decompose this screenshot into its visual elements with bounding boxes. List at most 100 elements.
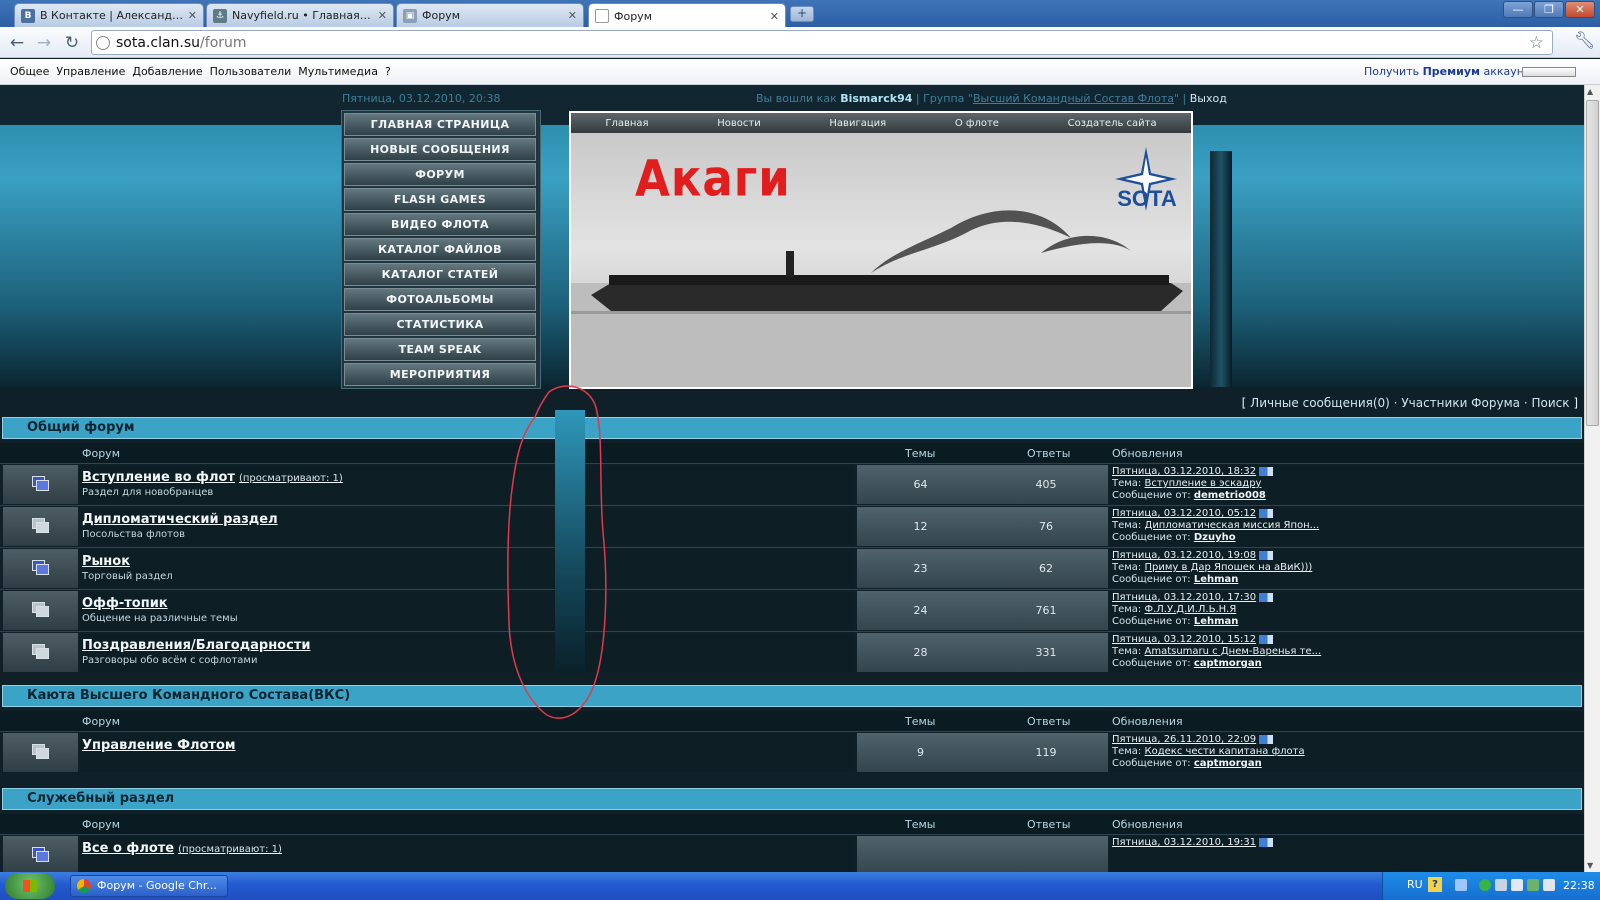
header-nav-home[interactable]: Главная: [605, 118, 648, 129]
last-post-date[interactable]: Пятница, 03.12.2010, 19:31: [1112, 837, 1256, 848]
page-scrollbar[interactable]: ▲ ▼: [1584, 85, 1600, 872]
tab-forum[interactable]: ▣ Форум ✕: [396, 3, 584, 27]
back-icon[interactable]: ←: [6, 32, 28, 54]
username-link[interactable]: Bismarck94: [840, 92, 912, 105]
window-close-button[interactable]: ✕: [1565, 1, 1595, 18]
forum-title-link[interactable]: Рынок: [82, 554, 134, 569]
last-post-date[interactable]: Пятница, 03.12.2010, 15:12: [1112, 634, 1256, 645]
last-post-author[interactable]: captmorgan: [1194, 758, 1262, 769]
tab-navyfield[interactable]: ⚓ Navyfield.ru • Главная ст... ✕: [206, 3, 394, 27]
last-post-date[interactable]: Пятница, 03.12.2010, 05:12: [1112, 508, 1256, 519]
go-to-last-post-icon[interactable]: [1259, 592, 1274, 602]
tray-device-icon[interactable]: [1543, 879, 1555, 891]
go-to-last-post-icon[interactable]: [1259, 508, 1274, 518]
go-to-last-post-icon[interactable]: [1259, 837, 1274, 847]
help-icon[interactable]: ?: [1428, 877, 1442, 892]
ucoz-menu-add[interactable]: Добавление: [132, 65, 202, 78]
section-title[interactable]: Служебный раздел: [2, 788, 1582, 810]
reload-icon[interactable]: ↻: [61, 32, 83, 54]
tray-antivirus-icon[interactable]: [1479, 879, 1491, 891]
close-icon[interactable]: ✕: [770, 10, 779, 23]
last-post-author[interactable]: demetrio008: [1194, 490, 1266, 501]
menu-item-files[interactable]: КАТАЛОГ ФАЙЛОВ: [344, 238, 536, 261]
last-post-date[interactable]: Пятница, 03.12.2010, 18:32: [1112, 466, 1256, 477]
scrollbar-thumb[interactable]: [1586, 100, 1599, 426]
close-icon[interactable]: ✕: [568, 9, 577, 22]
last-post-author[interactable]: Dzuyho: [1194, 532, 1236, 543]
go-to-last-post-icon[interactable]: [1259, 734, 1274, 744]
ucoz-menu-general[interactable]: Общее: [10, 65, 49, 78]
forum-title-link[interactable]: Офф-топик: [82, 596, 172, 611]
menu-item-forum[interactable]: ФОРУМ: [344, 163, 536, 186]
menu-item-home[interactable]: ГЛАВНАЯ СТРАНИЦА: [344, 113, 536, 136]
private-messages-link[interactable]: Личные сообщения(0): [1250, 396, 1390, 410]
minimize-button[interactable]: —: [1503, 1, 1533, 18]
language-indicator[interactable]: RU: [1407, 878, 1423, 891]
last-post-topic[interactable]: Amatsumaru с Днем-Варенья те...: [1145, 646, 1322, 657]
menu-item-team-speak[interactable]: TEAM SPEAK: [344, 338, 536, 361]
last-post-topic[interactable]: Ф.Л.У.Д.И.Л.Ь.Н.Я: [1145, 604, 1237, 615]
tray-speaker-icon[interactable]: [1511, 879, 1523, 891]
forum-title-link[interactable]: Поздравления/Благодарности: [82, 638, 314, 653]
ucoz-menu-users[interactable]: Пользователи: [210, 65, 292, 78]
last-post-topic[interactable]: Вступление в эскадру: [1145, 478, 1262, 489]
scroll-down-icon[interactable]: ▼: [1587, 861, 1593, 870]
forward-icon[interactable]: →: [33, 32, 55, 54]
premium-link[interactable]: Получить Премиум аккаунт: [1364, 65, 1530, 78]
last-post-topic[interactable]: Кодекс чести капитана флота: [1145, 746, 1305, 757]
menu-item-statistics[interactable]: СТАТИСТИКА: [344, 313, 536, 336]
scroll-up-icon[interactable]: ▲: [1587, 87, 1593, 96]
ucoz-bar-slider[interactable]: [1522, 67, 1576, 77]
menu-item-articles[interactable]: КАТАЛОГ СТАТЕЙ: [344, 263, 536, 286]
tab-forum-active[interactable]: Форум ✕: [588, 3, 786, 28]
search-link[interactable]: Поиск: [1531, 396, 1569, 410]
ucoz-menu-multimedia[interactable]: Мультимедиа: [298, 65, 378, 78]
ucoz-menu-manage[interactable]: Управление: [56, 65, 125, 78]
go-to-last-post-icon[interactable]: [1259, 550, 1274, 560]
last-post-topic[interactable]: Дипломатическая миссия Япон...: [1145, 520, 1320, 531]
bookmark-star-icon[interactable]: ☆: [1529, 33, 1544, 53]
wrench-icon[interactable]: 🔧︎: [1574, 31, 1596, 51]
close-icon[interactable]: ✕: [188, 9, 197, 22]
tab-vkontakte[interactable]: B В Контакте | Александр ... ✕: [14, 3, 204, 27]
last-post-author[interactable]: captmorgan: [1194, 658, 1262, 669]
menu-item-new-messages[interactable]: НОВЫЕ СООБЩЕНИЯ: [344, 138, 536, 161]
section-title[interactable]: Каюта Высшего Командного Состава(ВКС): [2, 685, 1582, 707]
address-bar[interactable]: sota.clan.su/forum ☆: [91, 30, 1553, 55]
forum-description: Торговый раздел: [82, 571, 173, 582]
forum-title-link[interactable]: Дипломатический раздел: [82, 512, 282, 527]
taskbar-item-chrome[interactable]: Форум - Google Chr...: [70, 875, 228, 897]
header-nav-news[interactable]: Новости: [717, 118, 760, 129]
last-post-topic[interactable]: Приму в Дар Япошек на аВиК))): [1145, 562, 1313, 573]
header-nav-creator[interactable]: Создатель сайта: [1068, 118, 1157, 129]
forum-title-link[interactable]: Вступление во флот (просматривают: 1): [82, 470, 343, 485]
forum-replies-count: 761: [984, 591, 1108, 630]
last-post-author[interactable]: Lehman: [1194, 616, 1239, 627]
message-prefix: Сообщение от:: [1112, 532, 1191, 543]
tray-app-icon[interactable]: [1527, 879, 1539, 891]
last-post-date[interactable]: Пятница, 03.12.2010, 17:30: [1112, 592, 1256, 603]
last-post-date[interactable]: Пятница, 26.11.2010, 22:09: [1112, 734, 1256, 745]
last-post-date[interactable]: Пятница, 03.12.2010, 19:08: [1112, 550, 1256, 561]
menu-item-photo-albums[interactable]: ФОТОАЛЬБОМЫ: [344, 288, 536, 311]
go-to-last-post-icon[interactable]: [1259, 466, 1274, 476]
tray-network-icon[interactable]: [1495, 879, 1507, 891]
logout-link[interactable]: Выход: [1190, 92, 1227, 105]
tray-arrow-icon[interactable]: [1455, 879, 1467, 891]
header-nav-navigation[interactable]: Навигация: [829, 118, 886, 129]
forum-title-link[interactable]: Управление Флотом: [82, 738, 240, 753]
last-post-author[interactable]: Lehman: [1194, 574, 1239, 585]
close-icon[interactable]: ✕: [378, 9, 387, 22]
new-tab-button[interactable]: +: [790, 6, 814, 22]
section-title[interactable]: Общий форум: [2, 417, 1582, 439]
go-to-last-post-icon[interactable]: [1259, 634, 1274, 644]
menu-item-flash-games[interactable]: FLASH GAMES: [344, 188, 536, 211]
start-button[interactable]: [5, 873, 55, 899]
group-link[interactable]: Высший Командный Состав Флота: [973, 92, 1174, 105]
forum-members-link[interactable]: Участники Форума: [1401, 396, 1520, 410]
menu-item-video[interactable]: ВИДЕО ФЛОТА: [344, 213, 536, 236]
forum-title-link[interactable]: Все о флоте (просматривают: 1): [82, 841, 282, 856]
maximize-button[interactable]: ❐: [1534, 1, 1564, 18]
ucoz-menu-help[interactable]: ?: [385, 65, 391, 78]
header-nav-about[interactable]: О флоте: [955, 118, 999, 129]
